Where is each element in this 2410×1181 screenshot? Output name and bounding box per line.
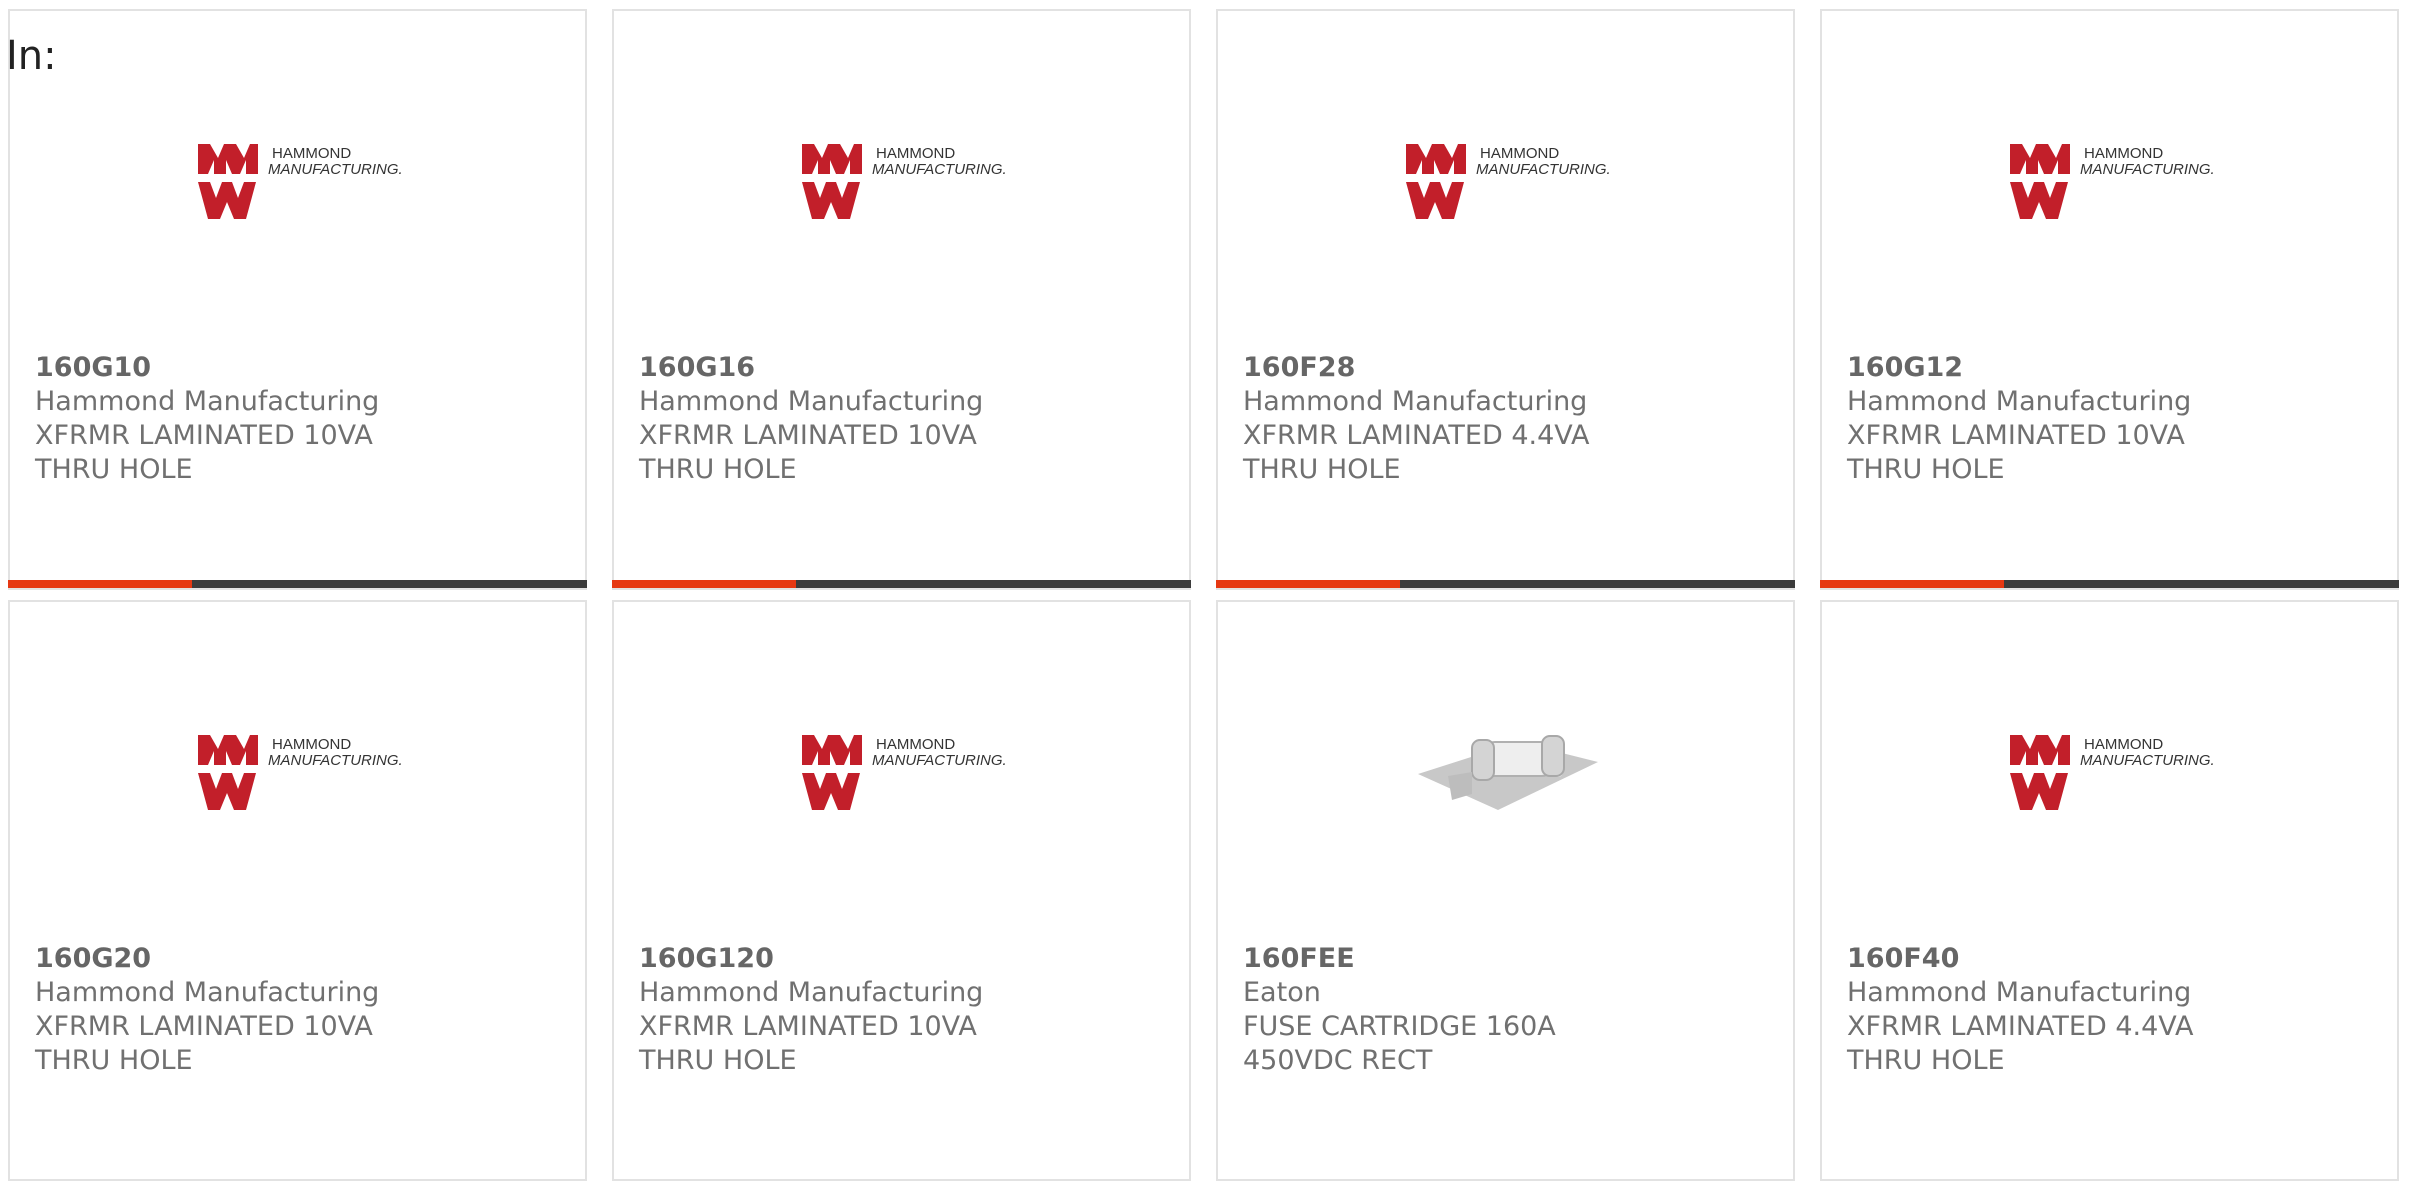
accent-bar xyxy=(612,580,1191,588)
fuse-cartridge-icon xyxy=(1418,735,1598,810)
manufacturer: Hammond Manufacturing xyxy=(35,977,380,1008)
hammond-logo: HAMMOND MANUFACTURING. xyxy=(802,144,1007,219)
manufacturer: Hammond Manufacturing xyxy=(1847,977,2192,1008)
product-image: HAMMOND MANUFACTURING. xyxy=(1218,11,1793,311)
hammond-logo: HAMMOND MANUFACTURING. xyxy=(1406,144,1611,219)
part-number[interactable]: 160G120 xyxy=(639,942,1139,976)
product-card[interactable]: HAMMOND MANUFACTURING. 160G12 Hammond Ma… xyxy=(1820,9,2399,590)
product-card[interactable]: HAMMOND MANUFACTURING. 160F40 Hammond Ma… xyxy=(1820,600,2399,1181)
description: XFRMR LAMINATED 10VA THRU HOLE xyxy=(35,420,373,485)
svg-text:HAMMOND: HAMMOND xyxy=(2084,736,2163,753)
part-number[interactable]: 160FEE xyxy=(1243,942,1743,976)
manufacturer: Hammond Manufacturing xyxy=(1847,386,2192,417)
product-image: HAMMOND MANUFACTURING. xyxy=(614,11,1189,311)
manufacturer: Hammond Manufacturing xyxy=(639,386,984,417)
product-grid: HAMMOND MANUFACTURING. 160G10 Hammond Ma… xyxy=(8,9,2399,1181)
svg-text:MANUFACTURING.: MANUFACTURING. xyxy=(268,752,403,769)
hammond-logo: HAMMOND MANUFACTURING. xyxy=(198,735,403,810)
part-number[interactable]: 160G20 xyxy=(35,942,535,976)
hammond-logo: HAMMOND MANUFACTURING. xyxy=(2010,735,2215,810)
manufacturer: Eaton xyxy=(1243,977,1321,1008)
product-image: HAMMOND MANUFACTURING. xyxy=(10,11,585,311)
description: XFRMR LAMINATED 10VA THRU HOLE xyxy=(639,1011,977,1076)
hammond-logo: HAMMOND MANUFACTURING. xyxy=(2010,144,2215,219)
product-image: HAMMOND MANUFACTURING. xyxy=(614,602,1189,902)
description: XFRMR LAMINATED 4.4VA THRU HOLE xyxy=(1243,420,1590,485)
svg-text:MANUFACTURING.: MANUFACTURING. xyxy=(2080,752,2215,769)
description: XFRMR LAMINATED 10VA THRU HOLE xyxy=(1847,420,2185,485)
accent-bar xyxy=(1820,580,2399,588)
description: XFRMR LAMINATED 4.4VA THRU HOLE xyxy=(1847,1011,2194,1076)
product-card[interactable]: HAMMOND MANUFACTURING. 160F28 Hammond Ma… xyxy=(1216,9,1795,590)
part-number[interactable]: 160G12 xyxy=(1847,351,2347,385)
accent-bar xyxy=(1216,580,1795,588)
product-card[interactable]: HAMMOND MANUFACTURING. 160G120 Hammond M… xyxy=(612,600,1191,1181)
filter-label: In: xyxy=(6,33,57,79)
part-number[interactable]: 160G16 xyxy=(639,351,1139,385)
manufacturer: Hammond Manufacturing xyxy=(35,386,380,417)
product-card[interactable]: 160FEE Eaton FUSE CARTRIDGE 160A 450VDC … xyxy=(1216,600,1795,1181)
hammond-logo: HAMMOND MANUFACTURING. xyxy=(802,735,1007,810)
hammond-logo: HAMMOND MANUFACTURING. xyxy=(198,144,403,219)
product-image: HAMMOND MANUFACTURING. xyxy=(10,602,585,902)
product-image: HAMMOND MANUFACTURING. xyxy=(1822,11,2397,311)
manufacturer: Hammond Manufacturing xyxy=(639,977,984,1008)
description: FUSE CARTRIDGE 160A 450VDC RECT xyxy=(1243,1011,1556,1076)
product-card[interactable]: HAMMOND MANUFACTURING. 160G10 Hammond Ma… xyxy=(8,9,587,590)
description: XFRMR LAMINATED 10VA THRU HOLE xyxy=(639,420,977,485)
accent-bar xyxy=(8,580,587,588)
manufacturer: Hammond Manufacturing xyxy=(1243,386,1588,417)
svg-text:MANUFACTURING.: MANUFACTURING. xyxy=(2080,161,2215,178)
svg-text:HAMMOND: HAMMOND xyxy=(1480,145,1559,162)
svg-text:MANUFACTURING.: MANUFACTURING. xyxy=(872,752,1007,769)
svg-text:HAMMOND: HAMMOND xyxy=(272,145,351,162)
product-card[interactable]: HAMMOND MANUFACTURING. 160G20 Hammond Ma… xyxy=(8,600,587,1181)
svg-text:MANUFACTURING.: MANUFACTURING. xyxy=(872,161,1007,178)
part-number[interactable]: 160G10 xyxy=(35,351,535,385)
svg-text:MANUFACTURING.: MANUFACTURING. xyxy=(1476,161,1611,178)
description: XFRMR LAMINATED 10VA THRU HOLE xyxy=(35,1011,373,1076)
product-image: HAMMOND MANUFACTURING. xyxy=(1822,602,2397,902)
part-number[interactable]: 160F28 xyxy=(1243,351,1743,385)
product-image xyxy=(1218,602,1793,902)
part-number[interactable]: 160F40 xyxy=(1847,942,2347,976)
product-card[interactable]: HAMMOND MANUFACTURING. 160G16 Hammond Ma… xyxy=(612,9,1191,590)
svg-text:MANUFACTURING.: MANUFACTURING. xyxy=(268,161,403,178)
svg-text:HAMMOND: HAMMOND xyxy=(876,145,955,162)
svg-text:HAMMOND: HAMMOND xyxy=(2084,145,2163,162)
svg-text:HAMMOND: HAMMOND xyxy=(272,736,351,753)
svg-text:HAMMOND: HAMMOND xyxy=(876,736,955,753)
